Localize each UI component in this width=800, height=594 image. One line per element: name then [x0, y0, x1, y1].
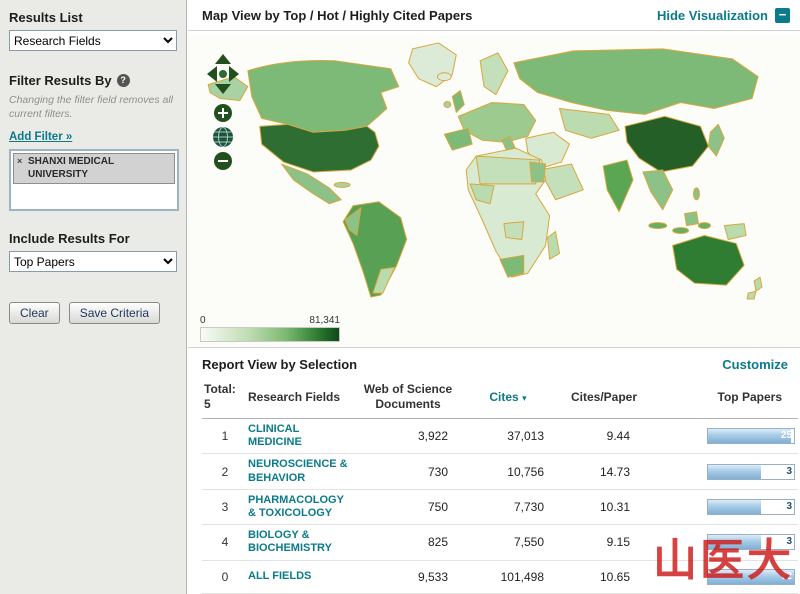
- top-papers-bar: 72: [707, 568, 795, 585]
- map-header: Map View by Top / Hot / Highly Cited Pap…: [188, 0, 800, 31]
- top-papers-bar: 3: [707, 534, 795, 551]
- total-value: 5: [204, 397, 211, 411]
- row-rank: 4: [221, 535, 229, 550]
- sidebar: Results List Research Fields Filter Resu…: [0, 0, 187, 594]
- filter-selected-label: SHANXI MEDICAL UNIVERSITY: [28, 156, 114, 180]
- include-results-label: Include Results For: [9, 231, 130, 247]
- customize-link[interactable]: Customize: [722, 357, 788, 372]
- map-view-title: Map View by Top / Hot / Highly Cited Pap…: [202, 8, 473, 23]
- sort-desc-icon: ▾: [522, 393, 527, 403]
- column-wos-documents: Web of Science Documents: [363, 382, 453, 411]
- row-top-papers: 25: [780, 430, 792, 442]
- row-rank: 1: [221, 429, 229, 444]
- top-papers-bar: 25: [707, 428, 795, 445]
- row-cites-per-paper: 9.15: [606, 535, 630, 550]
- top-papers-bar: 3: [707, 498, 795, 515]
- research-field-link[interactable]: CLINICAL MEDICINE: [248, 423, 352, 449]
- top-papers-bar: 3: [707, 463, 795, 480]
- hide-visualization-label: Hide Visualization: [656, 8, 768, 23]
- row-top-papers: 3: [786, 536, 792, 548]
- save-criteria-button[interactable]: Save Criteria: [68, 302, 161, 325]
- row-cites: 7,730: [513, 499, 544, 514]
- research-field-link[interactable]: PHARMACOLOGY & TOXICOLOGY: [248, 494, 352, 520]
- row-documents: 3,922: [417, 429, 448, 444]
- total-label: Total:: [204, 382, 236, 396]
- top-papers-bar-fill: [708, 464, 762, 479]
- filter-listbox[interactable]: × SHANXI MEDICAL UNIVERSITY: [9, 149, 179, 212]
- row-rank: 2: [221, 464, 229, 479]
- report-view-title: Report View by Selection: [202, 357, 358, 372]
- remove-filter-icon[interactable]: ×: [17, 156, 22, 167]
- row-top-papers: 3: [786, 500, 792, 512]
- legend-max: 81,341: [309, 315, 340, 326]
- clear-button[interactable]: Clear: [9, 302, 60, 325]
- table-row: 0 ALL FIELDS 9,533 101,498 10.65 72: [202, 561, 798, 594]
- row-documents: 9,533: [417, 569, 448, 584]
- total-header: Total: 5: [202, 382, 248, 412]
- world-map-panel: 0 81,341: [188, 35, 800, 347]
- top-papers-bar-fill: [708, 499, 762, 514]
- table-row: 1 CLINICAL MEDICINE 3,922 37,013 9.44 25: [202, 419, 798, 455]
- report-table: Total: 5 Research Fields Web of Science …: [202, 380, 798, 594]
- row-cites: 37,013: [507, 429, 544, 444]
- add-filter-link[interactable]: Add Filter »: [9, 131, 72, 143]
- row-top-papers: 72: [780, 570, 792, 582]
- column-cites-per-paper: Cites/Paper: [570, 390, 638, 404]
- hide-visualization-link[interactable]: Hide Visualization −: [657, 8, 790, 23]
- row-documents: 750: [427, 499, 448, 514]
- top-papers-bar-fill: [708, 535, 762, 550]
- row-cites-per-paper: 9.44: [606, 429, 630, 444]
- legend-gradient-bar: [200, 327, 340, 342]
- include-results-select[interactable]: Top Papers: [9, 251, 177, 273]
- legend-min: 0: [200, 315, 206, 326]
- research-field-link[interactable]: NEUROSCIENCE & BEHAVIOR: [248, 458, 352, 484]
- table-header-row: Total: 5 Research Fields Web of Science …: [202, 380, 798, 419]
- filter-note: Changing the filter field removes all cu…: [9, 94, 174, 120]
- row-rank: 0: [221, 569, 229, 584]
- map-legend: 0 81,341: [200, 315, 340, 342]
- cites-label: Cites: [489, 390, 519, 404]
- world-map: [207, 42, 763, 300]
- pan-right-icon: [229, 66, 239, 82]
- filter-selected-item[interactable]: × SHANXI MEDICAL UNIVERSITY: [13, 153, 175, 185]
- row-documents: 825: [427, 535, 448, 550]
- research-field-link[interactable]: BIOLOGY & BIOCHEMISTRY: [248, 529, 352, 555]
- row-cites-per-paper: 10.65: [599, 569, 630, 584]
- zoom-controls-icon: [213, 104, 233, 170]
- pan-left-icon: [207, 66, 217, 82]
- filter-by-label: Filter Results By: [9, 73, 112, 88]
- top-papers-bar-fill: [708, 429, 791, 444]
- esi-app-window: Results List Research Fields Filter Resu…: [0, 0, 800, 594]
- column-cites-sort[interactable]: Cites ▾: [464, 390, 552, 404]
- results-list-select[interactable]: Research Fields: [9, 30, 177, 51]
- main-panel: Map View by Top / Hot / Highly Cited Pap…: [188, 0, 800, 594]
- row-cites: 10,756: [507, 464, 544, 479]
- report-header: Report View by Selection Customize: [188, 347, 800, 380]
- collapse-icon: −: [775, 8, 790, 23]
- row-cites-per-paper: 10.31: [599, 499, 630, 514]
- row-cites: 101,498: [500, 569, 544, 584]
- table-row: 3 PHARMACOLOGY & TOXICOLOGY 750 7,730 10…: [202, 490, 798, 526]
- row-cites: 7,550: [513, 535, 544, 550]
- pan-down-icon: [215, 84, 231, 94]
- results-list-label: Results List: [9, 10, 83, 25]
- pan-pad-icon: [207, 54, 239, 94]
- pan-up-icon: [215, 54, 231, 64]
- row-cites-per-paper: 14.73: [599, 464, 630, 479]
- research-field-link[interactable]: ALL FIELDS: [248, 570, 352, 583]
- row-rank: 3: [221, 499, 229, 514]
- column-top-papers: Top Papers: [717, 390, 782, 404]
- row-documents: 730: [427, 464, 448, 479]
- table-row: 4 BIOLOGY & BIOCHEMISTRY 825 7,550 9.15 …: [202, 525, 798, 561]
- report-table-body: 1 CLINICAL MEDICINE 3,922 37,013 9.44 25…: [202, 419, 798, 594]
- table-row: 2 NEUROSCIENCE & BEHAVIOR 730 10,756 14.…: [202, 454, 798, 490]
- row-top-papers: 3: [786, 465, 792, 477]
- help-icon[interactable]: ?: [116, 74, 130, 87]
- map-nav-controls[interactable]: [206, 53, 240, 176]
- column-research-fields: Research Fields: [248, 390, 341, 404]
